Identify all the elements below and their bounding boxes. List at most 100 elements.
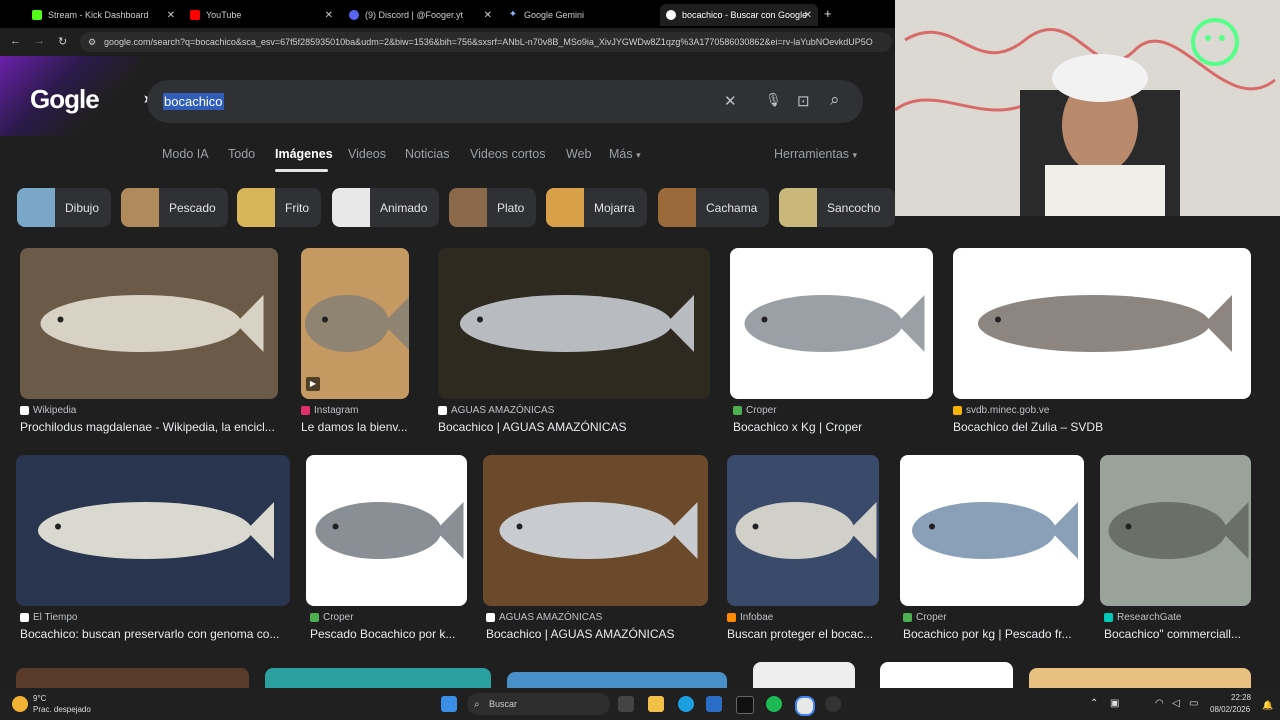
chip-frito[interactable]: Frito	[237, 188, 321, 227]
result-source[interactable]: AGUAS AMAZÓNICAS	[438, 405, 554, 416]
result-thumbnail[interactable]	[727, 455, 879, 606]
spotify-icon[interactable]	[766, 696, 782, 712]
result-title[interactable]: Bocachico x Kg | Croper	[733, 420, 933, 434]
tab-todo[interactable]: Todo	[228, 147, 255, 161]
result-thumbnail[interactable]	[438, 248, 710, 399]
chip-mojarra[interactable]: Mojarra	[546, 188, 647, 227]
tray-chevron-icon[interactable]: ⌃	[1090, 698, 1098, 709]
source-label: Wikipedia	[33, 405, 77, 416]
task-view-icon[interactable]	[618, 696, 634, 712]
edge-icon[interactable]	[678, 696, 694, 712]
weather-icon[interactable]	[12, 696, 28, 712]
google-logo[interactable]: Gogle	[30, 84, 120, 116]
tab-google-search[interactable]: bocachico - Buscar con Google ✕	[660, 4, 818, 26]
tab-modo-ia[interactable]: Modo IA	[162, 147, 209, 161]
clear-icon[interactable]: ✕	[724, 92, 737, 110]
tab-web[interactable]: Web	[566, 147, 591, 161]
wifi-icon[interactable]: ◠	[1155, 698, 1164, 709]
result-source[interactable]: Instagram	[301, 405, 358, 416]
result-source[interactable]: Infobae	[727, 612, 773, 623]
chip-pescado[interactable]: Pescado	[121, 188, 228, 227]
obs-icon[interactable]	[825, 696, 841, 712]
tab-label: Stream - Kick Dashboard	[48, 10, 149, 20]
result-thumbnail[interactable]	[265, 668, 491, 688]
result-source[interactable]: ResearchGate	[1104, 612, 1181, 623]
tab-noticias[interactable]: Noticias	[405, 147, 449, 161]
tab-youtube[interactable]: YouTube ✕	[184, 4, 339, 26]
close-tab-icon[interactable]: ✕	[804, 10, 812, 21]
result-thumbnail[interactable]	[953, 248, 1251, 399]
result-thumbnail[interactable]	[16, 455, 290, 606]
file-explorer-icon[interactable]	[648, 696, 664, 712]
result-source[interactable]: Croper	[733, 405, 777, 416]
forward-icon[interactable]: →	[34, 35, 45, 47]
result-thumbnail[interactable]	[900, 455, 1084, 606]
tab-imagenes[interactable]: Imágenes	[275, 147, 333, 161]
result-thumbnail[interactable]	[880, 662, 1013, 688]
close-tab-icon[interactable]: ✕	[325, 10, 333, 21]
result-thumbnail[interactable]	[1100, 455, 1251, 606]
chip-dibujo[interactable]: Dibujo	[17, 188, 112, 227]
battery-icon[interactable]: ▭	[1189, 698, 1198, 709]
notification-icon[interactable]: 🔔	[1262, 700, 1273, 711]
tab-gemini[interactable]: ✦ Google Gemini	[502, 4, 657, 26]
result-thumbnail[interactable]	[483, 455, 708, 606]
chip-plato[interactable]: Plato	[449, 188, 537, 227]
new-tab-button[interactable]: +	[824, 6, 832, 21]
result-thumbnail[interactable]	[730, 248, 933, 399]
result-title[interactable]: Bocachico | AGUAS AMAZÓNICAS	[486, 627, 708, 641]
result-title[interactable]: Prochilodus magdalenae - Wikipedia, la e…	[20, 420, 278, 434]
tab-mas[interactable]: Más ▾	[609, 147, 641, 161]
result-source[interactable]: Croper	[310, 612, 354, 623]
volume-icon[interactable]: ◁	[1172, 698, 1180, 709]
result-source[interactable]: Wikipedia	[20, 405, 76, 416]
weather-desc[interactable]: Prac. despejado	[33, 705, 91, 714]
lens-icon[interactable]: ⊡	[797, 92, 810, 110]
tab-videos[interactable]: Videos	[348, 147, 386, 161]
clock-time[interactable]: 22:28	[1231, 693, 1251, 702]
result-thumbnail[interactable]	[16, 668, 249, 688]
chip-animado[interactable]: Animado	[332, 188, 440, 227]
result-source[interactable]: Croper	[903, 612, 947, 623]
back-icon[interactable]: ←	[10, 35, 21, 47]
result-title[interactable]: Bocachico" commerciall...	[1104, 627, 1251, 641]
tab-discord[interactable]: (9) Discord | @Fooger.yt ✕	[343, 4, 498, 26]
result-source[interactable]: svdb.minec.gob.ve	[953, 405, 1049, 416]
weather-temp[interactable]: 9°C	[33, 694, 46, 703]
result-title[interactable]: Pescado Bocachico por k...	[310, 627, 470, 641]
tab-videos-cortos[interactable]: Videos cortos	[470, 147, 546, 161]
chip-sancocho[interactable]: Sancocho	[779, 188, 895, 227]
search-icon[interactable]: ⌕	[830, 90, 840, 110]
result-title[interactable]: Bocachico por kg | Pescado fr...	[903, 627, 1084, 641]
store-icon[interactable]	[706, 696, 722, 712]
result-title[interactable]: Le damos la bienv...	[301, 420, 426, 434]
start-icon[interactable]	[441, 696, 457, 712]
close-tab-icon[interactable]: ✕	[167, 10, 175, 21]
result-thumbnail[interactable]	[1029, 668, 1251, 688]
site-info-icon[interactable]: ⚙	[88, 37, 96, 48]
result-source[interactable]: AGUAS AMAZÓNICAS	[486, 612, 602, 623]
result-thumbnail[interactable]	[20, 248, 278, 399]
result-title[interactable]: Bocachico | AGUAS AMAZÓNICAS	[438, 420, 710, 434]
search-box[interactable]: bocachico ✕ 🎙 ⊡ ⌕	[147, 80, 863, 123]
result-thumbnail[interactable]	[753, 662, 855, 688]
chrome-icon[interactable]	[795, 696, 815, 716]
reload-icon[interactable]: ↻	[58, 35, 67, 48]
chip-cachama[interactable]: Cachama	[658, 188, 770, 227]
result-source[interactable]: El Tiempo	[20, 612, 77, 623]
microphone-icon[interactable]: 🎙	[765, 92, 782, 108]
close-tab-icon[interactable]: ✕	[484, 10, 492, 21]
tools-button[interactable]: Herramientas ▾	[774, 147, 857, 161]
result-title[interactable]: Buscan proteger el bocac...	[727, 627, 879, 641]
result-thumbnail[interactable]	[507, 672, 727, 688]
taskbar-search[interactable]: ⌕ Buscar	[467, 693, 610, 715]
result-title[interactable]: Bocachico: buscan preservarlo con genoma…	[20, 627, 290, 641]
tab-kick[interactable]: Stream - Kick Dashboard ✕	[26, 4, 181, 26]
address-bar[interactable]: ⚙ google.com/search?q=bocachico&sca_esv=…	[80, 32, 892, 52]
tray-apps-icon[interactable]: ▣	[1110, 698, 1119, 709]
result-title[interactable]: Bocachico del Zulia – SVDB	[953, 420, 1251, 434]
search-input[interactable]: bocachico	[163, 93, 224, 110]
clock-date[interactable]: 08/02/2026	[1210, 705, 1250, 714]
result-thumbnail[interactable]	[306, 455, 467, 606]
app-y-icon[interactable]	[736, 696, 754, 714]
